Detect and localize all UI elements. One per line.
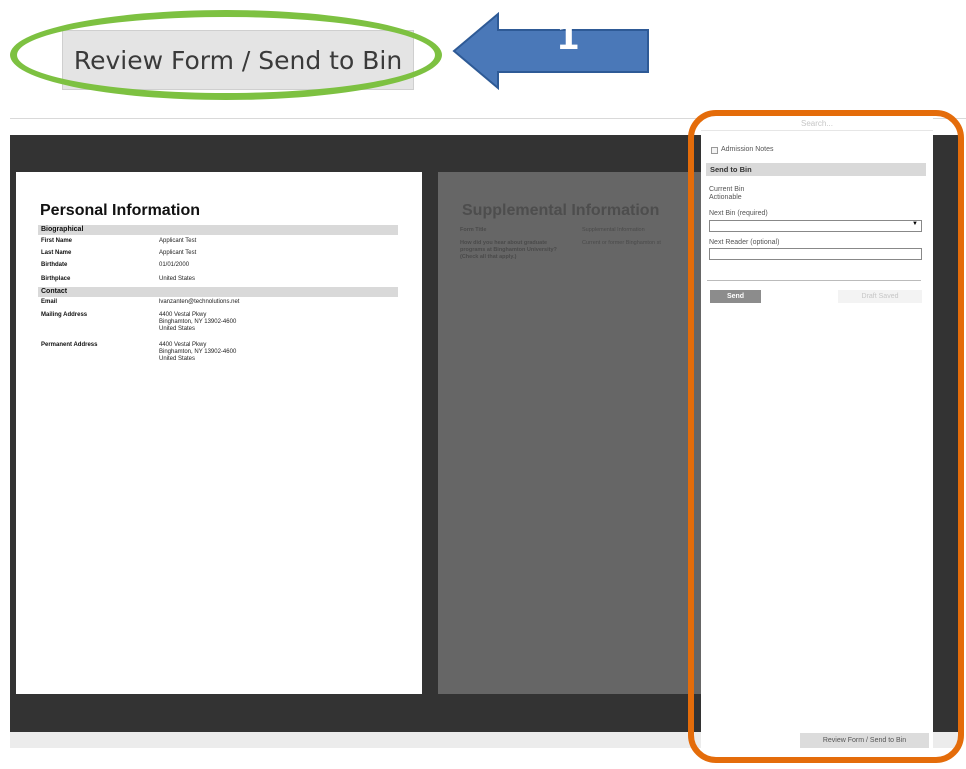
field-value: 4400 Vestal Pkwy Binghamton, NY 13902-46… [159,312,237,332]
page-title: Personal Information [40,202,201,219]
next-reader-label: Next Reader (optional) [709,239,780,246]
field-label: Email [41,299,58,305]
next-reader-input[interactable] [709,248,922,260]
field-value: Supplemental Information [582,227,645,233]
field-value: 4400 Vestal Pkwy Binghamton, NY 13902-46… [159,342,237,362]
send-to-bin-header: Send to Bin [706,163,926,176]
current-bin-label: Current Bin [709,186,745,193]
review-form-send-to-bin-button[interactable]: Review Form / Send to Bin [62,30,414,90]
field-label: Permanent Address [41,342,98,348]
field-label: Form Title [460,227,487,233]
section-header-biographical: Biographical [38,225,398,235]
field-label: Last Name [41,250,72,256]
next-bin-label: Next Bin (required) [709,210,768,217]
personal-information-page: Personal Information Biographical First … [16,172,422,694]
admission-notes-checkbox[interactable] [711,147,718,154]
admission-notes-label: Admission Notes [721,146,774,153]
field-value: United States [159,276,196,282]
panel-divider [707,280,921,281]
field-label: Birthdate [41,262,68,268]
field-value: Applicant Test [159,250,197,256]
dropdown-arrow-icon: ▼ [912,221,918,227]
field-label: Birthplace [41,276,71,282]
field-value: Applicant Test [159,238,197,244]
send-button[interactable]: Send [710,290,761,303]
step-number-badge: 1 [556,18,580,58]
field-value: Current or former Binghamton st [582,240,661,246]
field-value: 01/01/2000 [159,262,190,268]
field-label: How did you hear about graduate programs… [460,240,557,260]
next-bin-select[interactable] [709,220,922,232]
field-value: lvanzanten@technolutions.net [159,299,240,305]
section-header-contact: Contact [38,287,398,297]
field-label: Mailing Address [41,312,88,318]
search-input[interactable]: Search... [701,117,933,131]
supplemental-information-page: Supplemental Information Form Title Supp… [438,172,708,694]
review-form-send-to-bin-tab[interactable]: Review Form / Send to Bin [800,733,929,748]
current-bin-value: Actionable [709,194,742,201]
draft-saved-status: Draft Saved [838,290,922,303]
page-title: Supplemental Information [462,202,660,219]
field-label: First Name [41,238,73,244]
